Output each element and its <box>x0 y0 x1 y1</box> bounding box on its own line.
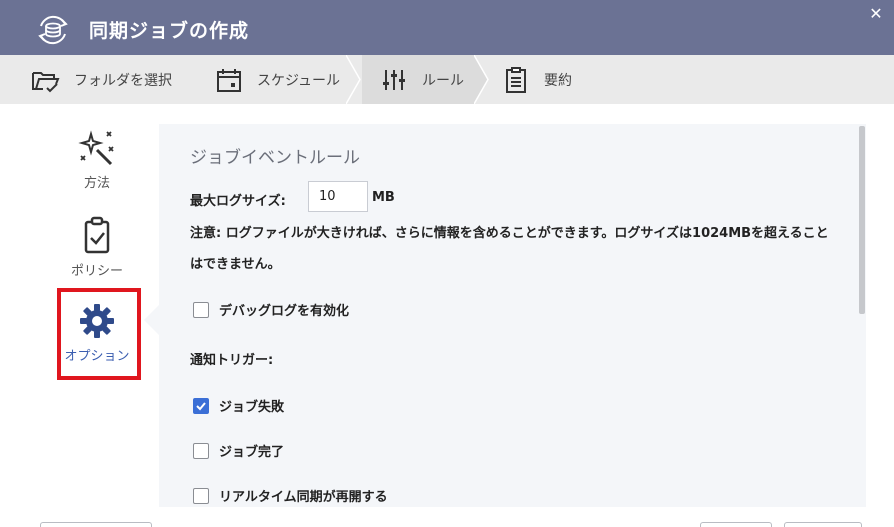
step-summary[interactable]: 要約 <box>500 55 620 104</box>
checkbox-box[interactable] <box>193 442 209 459</box>
window-title: 同期ジョブの作成 <box>89 20 250 42</box>
step-folder-select[interactable]: フォルダを選択 <box>30 55 210 104</box>
step-label: 要約 <box>544 72 572 89</box>
checkbox-box[interactable] <box>193 487 209 504</box>
step-separator <box>474 55 489 104</box>
title-bar: 同期ジョブの作成 ✕ <box>0 0 894 55</box>
log-size-note: 注意: ログファイルが大きければ、さらに情報を含めることができます。ログサイズは… <box>190 226 829 272</box>
step-label: ルール <box>422 72 464 89</box>
sidenav-item-method[interactable]: 方法 <box>55 126 139 191</box>
checkbox-label: ジョブ完了 <box>219 445 285 460</box>
options-panel: ジョブイベントルール 最大ログサイズ: MB 注意: ログファイルが大きければ、… <box>159 124 866 507</box>
notify-trigger-label: 通知トリガー: <box>190 353 274 368</box>
trigger-job-failed-checkbox[interactable]: ジョブ失敗 <box>193 396 284 415</box>
highlight-box <box>57 288 141 380</box>
checkbox-box[interactable] <box>193 301 209 318</box>
close-button[interactable]: ✕ <box>868 6 884 22</box>
clipboard-check-icon <box>55 214 139 258</box>
step-schedule[interactable]: スケジュール <box>213 55 353 104</box>
checkbox-label: リアルタイム同期が再開する <box>219 490 388 505</box>
trigger-job-complete-checkbox[interactable]: ジョブ完了 <box>193 441 284 460</box>
sidenav-label: ポリシー <box>70 264 123 279</box>
checkbox-label: デバッグログを有効化 <box>219 304 350 319</box>
debug-log-checkbox[interactable]: デバッグログを有効化 <box>193 300 349 319</box>
sync-storage-icon <box>38 15 68 45</box>
max-log-size-unit: MB <box>372 190 395 205</box>
max-log-size-input[interactable] <box>308 181 368 212</box>
checkbox-box[interactable] <box>193 397 209 414</box>
next-button[interactable] <box>700 522 772 527</box>
cancel-button[interactable] <box>784 522 862 527</box>
section-title: ジョブイベントルール <box>190 148 360 168</box>
back-button[interactable] <box>40 522 152 527</box>
sidenav-item-policy[interactable]: ポリシー <box>55 214 139 279</box>
sliders-icon <box>378 64 410 96</box>
clipboard-list-icon <box>500 64 532 96</box>
step-label: スケジュール <box>257 72 341 89</box>
step-separator <box>346 55 361 104</box>
calendar-icon <box>213 64 245 96</box>
step-label: フォルダを選択 <box>74 72 172 89</box>
step-rules[interactable]: ルール <box>362 55 474 104</box>
folder-select-icon <box>30 64 62 96</box>
selection-pointer <box>144 304 160 336</box>
sidenav-label: 方法 <box>83 176 110 191</box>
wizard-steps: フォルダを選択 スケジュール ルール 要約 <box>0 55 894 104</box>
checkbox-label: ジョブ失敗 <box>219 400 285 415</box>
magic-wand-icon <box>55 126 139 170</box>
trigger-realtime-resume-checkbox[interactable]: リアルタイム同期が再開する <box>193 486 388 505</box>
max-log-size-label: 最大ログサイズ: <box>190 194 286 209</box>
scrollbar[interactable] <box>859 126 865 314</box>
checkmark-icon <box>196 401 206 410</box>
